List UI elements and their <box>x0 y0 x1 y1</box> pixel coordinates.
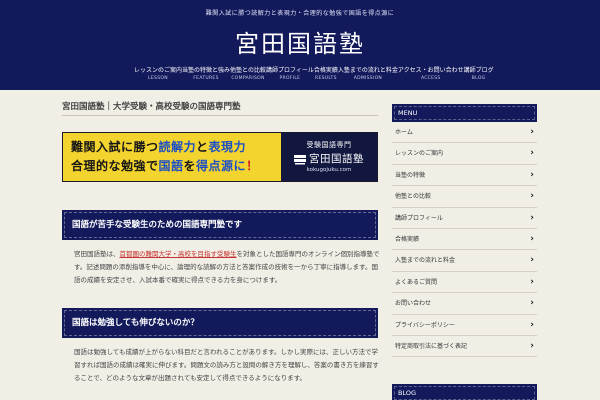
nav-item-label: 他塾との比較 <box>230 67 266 74</box>
nav-item-sublabel: PROFILE <box>279 76 301 81</box>
chevron-right-icon: › <box>530 298 534 309</box>
banner-logo-name: 宮田国語塾 <box>309 153 364 165</box>
sidebar-item-label: ホーム <box>395 129 413 136</box>
chevron-right-icon: › <box>530 191 534 202</box>
sidebar-item-label: プライバシーポリシー <box>395 321 455 329</box>
chevron-right-icon: › <box>530 169 534 180</box>
sidebar-item-lesson[interactable]: レッスンのご案内 › <box>392 143 537 165</box>
chevron-right-icon: › <box>530 340 534 351</box>
nav-item-sublabel: RESULTS <box>315 76 337 81</box>
nav-item-sublabel: BLOG <box>471 76 486 81</box>
sidebar-item-admission[interactable]: 入塾までの流れと料金 › <box>392 250 537 272</box>
sidebar-menu-title: MENU <box>392 104 537 122</box>
nav-item-sublabel: ACCESS <box>420 76 441 81</box>
sidebar-item-label: 講師プロフィール <box>395 214 443 222</box>
nav-item-comparison[interactable]: 他塾との比較 COMPARISON <box>230 67 266 82</box>
sidebar-item-label: 入塾までの流れと料金 <box>395 257 456 265</box>
nav-item-sublabel: LESSON <box>148 76 168 81</box>
nav-item-label: 入塾までの流れと料金 <box>337 67 398 74</box>
sidebar-item-profile[interactable]: 講師プロフィール › <box>392 208 537 229</box>
sidebar-item-label: よくあるご質問 <box>395 278 438 286</box>
sidebar-item-label: 当塾の特徴 <box>395 171 426 179</box>
nav-item-label: 講師プロフィール <box>265 67 314 74</box>
nav-item-access[interactable]: アクセス・お問い合わせ ACCESS <box>398 67 464 82</box>
sidebar-item-label: 特定商取引法に基づく表記 <box>395 342 468 350</box>
sidebar-menu: ホーム › レッスンのご案内 › 当塾の特徴 › 他塾との比較 › 講師プロフィール › … <box>392 122 537 358</box>
nav-item-label: レッスンのご案内 <box>134 67 183 74</box>
nav-item-lesson[interactable]: レッスンのご案内 LESSON <box>134 67 182 82</box>
sidebar-item-features[interactable]: 当塾の特徴 › <box>392 165 537 187</box>
banner-logo: 受験国語専門 宮田国語塾 kokugojuku.com <box>281 133 377 181</box>
nav-item-label: アクセス・お問い合わせ <box>397 67 464 74</box>
chevron-right-icon: › <box>530 319 534 330</box>
chevron-right-icon: › <box>530 127 534 137</box>
nav-item-sublabel: FEATURES <box>193 76 219 81</box>
section-heading: 国語は勉強しても伸びないのか？ <box>62 308 378 338</box>
nav-item-label: 当塾の特徴と強み <box>182 67 231 74</box>
nav-item-label: 合格実績 <box>313 67 338 74</box>
nav-item-blog[interactable]: 講師ブログ BLOG <box>464 67 494 82</box>
nav-item-sublabel: ADMISSION <box>353 76 383 81</box>
chevron-right-icon: › <box>530 255 534 266</box>
sidebar-item-label: お問い合わせ <box>395 300 432 308</box>
nav-item-features[interactable]: 当塾の特徴と強み FEATURES <box>182 67 230 82</box>
chevron-right-icon: › <box>530 276 534 287</box>
page-title: 宮田国語塾｜大学受験・高校受験の国語専門塾 <box>62 100 378 116</box>
book-icon <box>294 155 306 165</box>
sidebar-item-legal[interactable]: 特定商取引法に基づく表記 › <box>392 336 537 358</box>
sidebar-item-results[interactable]: 合格実績 › <box>392 229 537 251</box>
inline-link[interactable]: 首都圏の難関大学・高校を目指す受験生 <box>120 250 237 258</box>
sidebar-blog-title: BLOG <box>392 384 537 400</box>
sidebar-item-privacy[interactable]: プライバシーポリシー › <box>392 315 537 336</box>
sidebar-item-label: 合格実績 <box>395 235 420 243</box>
banner-line-2: 合理的な勉強で国語を得点源に！ <box>71 159 259 173</box>
chevron-right-icon: › <box>530 233 534 244</box>
section-heading: 国語が苦手な受験生のための国語専門塾です <box>62 210 378 240</box>
banner-text: 難関入試に勝つ読解力と表現力 合理的な勉強で国語を得点源に！ <box>71 138 259 176</box>
global-nav: レッスンのご案内 LESSON 当塾の特徴と強み FEATURES 他塾との比較… <box>134 67 494 82</box>
nav-item-profile[interactable]: 講師プロフィール PROFILE <box>266 67 314 82</box>
site-header: 難関入試に勝つ読解力と表現力・合理的な勉強で国語を得点源に 宮田国語塾 レッスン… <box>0 0 600 90</box>
nav-item-label: 講師ブログ <box>463 67 494 74</box>
nav-item-sublabel: COMPARISON <box>231 76 265 81</box>
chevron-right-icon: › <box>530 148 534 159</box>
section-paragraph: 国語は勉強しても成績が上がらない科目だと言われることがあります。しかし実際には、… <box>74 348 379 382</box>
banner-line-1: 難関入試に勝つ読解力と表現力 <box>71 140 247 154</box>
banner-logo-url: kokugojuku.com <box>306 167 352 173</box>
hero-banner[interactable]: 難関入試に勝つ読解力と表現力 合理的な勉強で国語を得点源に！ 受験国語専門 宮田… <box>62 132 378 182</box>
sidebar-item-home[interactable]: ホーム › <box>392 122 537 144</box>
site-tagline: 難関入試に勝つ読解力と表現力・合理的な勉強で国語を得点源に <box>205 10 395 17</box>
sidebar-item-comparison[interactable]: 他塾との比較 › <box>392 186 537 208</box>
nav-item-results[interactable]: 合格実績 RESULTS <box>314 67 338 82</box>
nav-item-admission[interactable]: 入塾までの流れと料金 ADMISSION <box>338 67 398 82</box>
section-paragraph: 宮田国語塾は、首都圏の難関大学・高校を目指す受験生を対象とした国語専門のオンライ… <box>74 250 380 284</box>
site-title[interactable]: 宮田国語塾 <box>0 24 600 59</box>
sidebar-item-label: レッスンのご案内 <box>395 150 444 158</box>
sidebar: MENU ホーム › レッスンのご案内 › 当塾の特徴 › 他塾との比較 › 講師プロフ… <box>392 104 537 358</box>
sidebar-item-label: 他塾との比較 <box>395 193 431 201</box>
sidebar-item-faq[interactable]: よくあるご質問 › <box>392 272 537 294</box>
banner-logo-subtitle: 受験国語専門 <box>306 141 352 149</box>
sidebar-item-contact[interactable]: お問い合わせ › <box>392 293 537 315</box>
chevron-right-icon: › <box>530 212 534 223</box>
